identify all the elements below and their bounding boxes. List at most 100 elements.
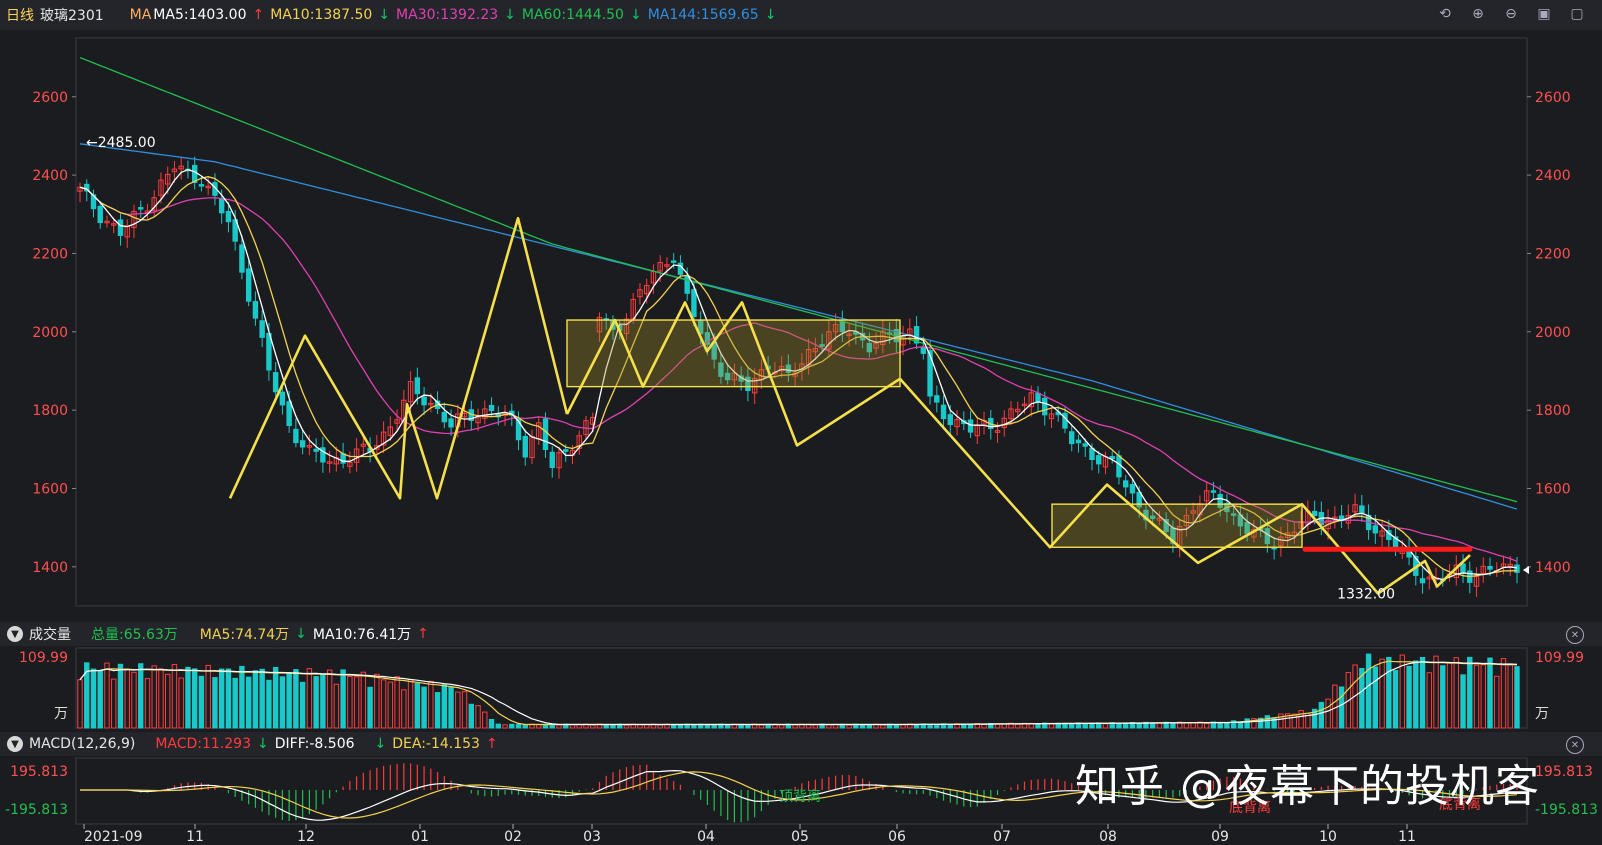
volume-bar [144, 678, 151, 729]
candle-body [542, 418, 549, 451]
candle-body [1075, 439, 1082, 444]
volume-bar [758, 724, 765, 729]
candle-body [691, 289, 697, 317]
volume-bar [1419, 657, 1426, 729]
volume-bar [711, 724, 717, 729]
volume-bar [657, 724, 663, 729]
volume-bar [1264, 715, 1271, 729]
candle-body [1372, 525, 1379, 534]
candle-body [218, 198, 225, 214]
volume-bar [293, 669, 299, 729]
candle-body [940, 404, 947, 420]
candle-body [934, 395, 940, 403]
candle-body [1082, 443, 1088, 447]
x-tick-label: 01 [411, 829, 429, 845]
low-annotation: 1332.00 [1337, 586, 1395, 602]
x-tick-label: 11 [1398, 829, 1416, 845]
candle-body [947, 414, 953, 426]
high-annotation: ←2485.00 [86, 135, 156, 151]
price-tick-label-right: 2400 [1535, 168, 1571, 184]
volume-bar [1224, 722, 1230, 729]
candle-body [549, 451, 555, 468]
time-axis: 2021-09 11 12 01 02 03 04 05 06 07 08 09 10 11 [83, 824, 1416, 845]
macd-top-left: 195.813 [10, 764, 68, 780]
volume-bar [1406, 665, 1412, 729]
volume-bar [387, 681, 394, 729]
price-tick-label-left: 1400 [32, 560, 68, 576]
volume-bar [178, 677, 184, 729]
volume-bar [191, 668, 198, 729]
volume-bar [1332, 684, 1338, 729]
volume-bar [1291, 713, 1298, 729]
price-panel: 1400 1400 1600 1600 1800 1800 2000 2000 2200 2200… [32, 56, 1571, 602]
volume-bar [880, 724, 886, 729]
volume-bar [691, 724, 697, 729]
volume-bar [1487, 657, 1493, 729]
x-tick-label: 08 [1099, 829, 1117, 845]
volume-bar [401, 689, 407, 729]
volume-bar [428, 680, 434, 729]
volume-bar [826, 724, 832, 729]
volume-bar [77, 679, 83, 729]
volume-bar [488, 718, 495, 729]
volume-bar [198, 675, 205, 729]
volume-bar [360, 671, 367, 729]
volume-bar [1365, 653, 1372, 729]
volume-bar [1048, 723, 1055, 729]
volume-bar [434, 692, 441, 729]
candle-body [117, 219, 124, 236]
kline-chart[interactable]: 1400 1400 1600 1600 1800 1800 2000 2000 2200 2200… [0, 0, 1602, 845]
volume-bar [165, 673, 171, 729]
volume-bar [812, 724, 819, 729]
volume-bar [1494, 675, 1500, 729]
candle-body [1129, 484, 1136, 494]
volume-bar [158, 668, 164, 729]
volume-bar [1440, 665, 1446, 729]
volume-bar [846, 724, 852, 729]
zigzag-pattern-line [228, 216, 569, 500]
volume-bar [981, 724, 987, 729]
volume-bar [347, 675, 353, 729]
volume-bar [778, 724, 785, 729]
volume-bar [475, 705, 481, 729]
x-tick-label: 09 [1211, 829, 1229, 845]
price-tick-label-left: 2600 [32, 90, 68, 106]
candle-body [225, 211, 232, 223]
volume-bar [421, 686, 427, 729]
candle-body [1210, 490, 1217, 493]
volume-bar [468, 703, 474, 729]
candle-body [313, 448, 319, 452]
volume-bar [590, 724, 596, 729]
volume-bar [306, 668, 313, 729]
candle-body [1042, 397, 1048, 416]
x-tick-label: 11 [186, 829, 204, 845]
volume-bar [313, 676, 319, 729]
volume-bar [259, 668, 265, 729]
candle-body [239, 244, 245, 273]
x-tick-label: 04 [697, 829, 715, 845]
volume-bar [1082, 723, 1088, 729]
zigzag-pattern-line [899, 377, 1471, 595]
price-tick-label-right: 1400 [1535, 560, 1571, 576]
volume-bar [1102, 723, 1109, 729]
volume-bar [1001, 723, 1007, 729]
candle-body [1123, 480, 1129, 488]
volume-bar [859, 724, 866, 729]
volume-bar [225, 668, 232, 729]
volume-bar [1500, 658, 1507, 729]
volume-bar [1149, 722, 1156, 729]
volume-bar [1433, 655, 1439, 729]
volume-bar [455, 691, 461, 729]
last-price-marker [1523, 566, 1529, 574]
candle-body [252, 301, 259, 319]
candle-body [299, 440, 306, 448]
volume-bar [252, 670, 259, 729]
candle-body [97, 205, 103, 224]
volume-bar [1325, 698, 1331, 729]
volume-bar [171, 664, 178, 729]
candle-body [522, 435, 528, 458]
volume-bar [151, 665, 157, 729]
volume-bar [239, 665, 245, 729]
volume-bar [1453, 657, 1459, 729]
candle-body [1089, 447, 1095, 461]
